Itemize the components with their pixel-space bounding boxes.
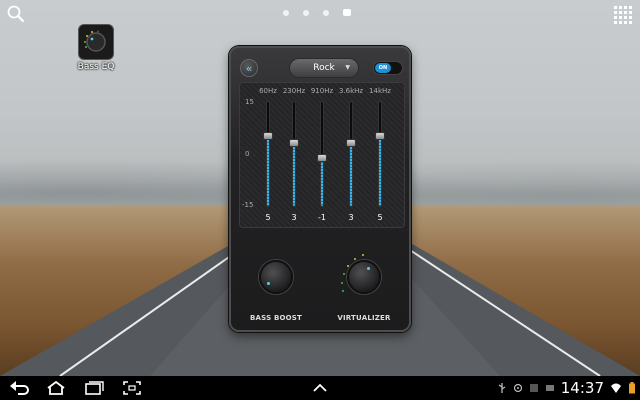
- freq-label: 910Hz: [310, 87, 334, 95]
- virtualizer-knob[interactable]: [347, 260, 381, 294]
- knob-marker: [367, 267, 370, 270]
- freq-label: 60Hz: [259, 87, 277, 95]
- home-nav-button[interactable]: [44, 379, 68, 397]
- band-value: 5: [265, 213, 271, 222]
- band-slider-thumb[interactable]: [289, 139, 299, 148]
- bass-eq-shortcut[interactable]: Bass EQ: [72, 24, 120, 72]
- search-button[interactable]: [6, 4, 26, 24]
- band-slider-track[interactable]: [266, 101, 270, 207]
- widget-header: « Rock ▼ ON: [237, 56, 403, 80]
- back-arrow-icon: [10, 381, 29, 395]
- usb-icon: [497, 382, 507, 394]
- band-value: 5: [377, 213, 383, 222]
- bass-eq-app-icon: [78, 24, 114, 60]
- band-value: 3: [348, 213, 354, 222]
- bass-boost-label: BASS BOOST: [249, 314, 303, 322]
- band-slider-fill: [350, 143, 352, 206]
- page-dot[interactable]: [283, 9, 289, 16]
- band-value: 3: [291, 213, 297, 222]
- back-button[interactable]: «: [240, 59, 258, 77]
- virtualizer-label: VIRTUALIZER: [337, 314, 391, 322]
- back-nav-button[interactable]: [8, 379, 32, 397]
- double-chevron-left-icon: «: [245, 61, 253, 75]
- screenshot-button[interactable]: [120, 379, 144, 397]
- band-slider-fill: [321, 157, 323, 206]
- band-slider-track[interactable]: [292, 101, 296, 207]
- expand-up-button[interactable]: [308, 379, 332, 397]
- page-dot-active[interactable]: [343, 9, 351, 16]
- toggle-on-label: ON: [375, 63, 391, 73]
- battery-icon: [628, 382, 636, 394]
- band-slider-fill: [293, 143, 295, 206]
- band-slider-track[interactable]: [378, 101, 382, 207]
- search-icon: [7, 5, 25, 23]
- freq-label: 14kHz: [369, 87, 391, 95]
- page-indicator: [283, 9, 351, 16]
- band-slider-track[interactable]: [349, 101, 353, 207]
- band-slider-thumb[interactable]: [346, 139, 356, 148]
- recent-apps-button[interactable]: [82, 379, 106, 397]
- page-dot[interactable]: [323, 9, 329, 16]
- page-dot[interactable]: [303, 9, 309, 16]
- equalizer-panel: 60Hz 230Hz 910Hz 3.6kHz 14kHz 15 0 -15 5…: [239, 82, 405, 228]
- recent-apps-icon: [85, 381, 104, 395]
- apps-grid-icon: [614, 6, 617, 9]
- equalizer-widget: « Rock ▼ ON 60Hz 230Hz 910Hz 3.6kHz 14kH…: [229, 46, 411, 332]
- caret-down-icon: ▼: [345, 64, 350, 71]
- system-navigation-bar: 14:37: [0, 376, 640, 400]
- scale-max: 15: [245, 98, 254, 106]
- all-apps-button[interactable]: [614, 6, 632, 24]
- home-icon: [47, 380, 65, 395]
- scale-mid: 0: [245, 150, 250, 158]
- band-slider-fill: [267, 136, 269, 206]
- band-slider-thumb[interactable]: [317, 153, 327, 162]
- screenshot-icon: [123, 381, 141, 395]
- band-slider-fill: [379, 136, 381, 206]
- notification-icon: [529, 383, 539, 393]
- bass-boost-knob[interactable]: [259, 260, 293, 294]
- band-slider-thumb[interactable]: [375, 132, 385, 141]
- clock: 14:37: [560, 379, 604, 397]
- power-toggle[interactable]: ON: [373, 61, 403, 75]
- knob-icon: [84, 30, 106, 52]
- preset-value: Rock: [313, 63, 335, 73]
- status-area[interactable]: 14:37: [497, 376, 636, 400]
- preset-dropdown[interactable]: Rock ▼: [289, 58, 359, 78]
- media-icon: [545, 383, 555, 393]
- band-slider-thumb[interactable]: [263, 132, 273, 141]
- chevron-up-icon: [313, 383, 327, 392]
- wifi-icon: [610, 382, 622, 394]
- shortcut-label: Bass EQ: [77, 62, 115, 72]
- sync-icon: [513, 383, 523, 393]
- freq-label: 3.6kHz: [338, 87, 364, 95]
- band-value: -1: [318, 213, 326, 222]
- scale-min: -15: [242, 201, 254, 209]
- freq-label: 230Hz: [282, 87, 306, 95]
- knob-marker: [267, 282, 270, 285]
